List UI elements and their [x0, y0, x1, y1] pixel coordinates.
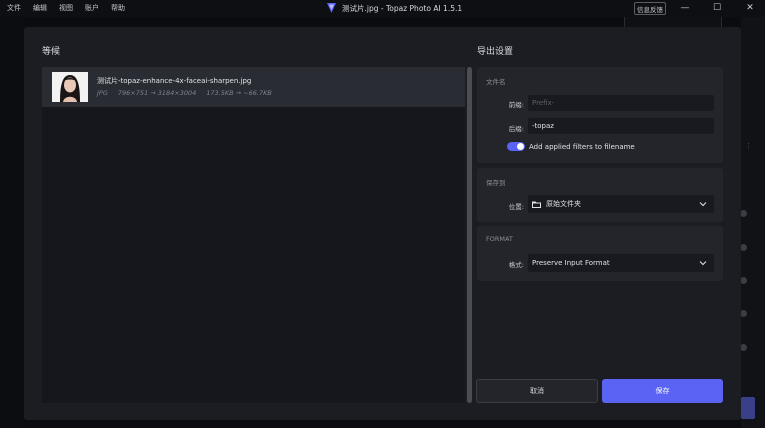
background-more-icon: ⋮ — [745, 142, 752, 150]
close-icon[interactable]: ✕ — [744, 3, 756, 14]
list-item[interactable]: 测试片-topaz-enhance-4x-faceai-sharpen.jpg … — [42, 67, 465, 107]
queue-title: 等候 — [42, 47, 61, 57]
background-export-button — [741, 397, 755, 419]
window-title: 测试片.jpg - Topaz Photo AI 1.5.1 — [326, 2, 462, 14]
filters-toggle[interactable] — [507, 142, 525, 151]
format-section: FORMAT 格式: Preserve Input Format — [477, 226, 723, 281]
save-location-section: 保存到 位置: 原始文件夹 — [477, 168, 723, 222]
format-section-label: FORMAT — [486, 235, 513, 243]
folder-icon — [532, 201, 541, 208]
menu-file[interactable]: 文件 — [6, 3, 22, 13]
background-slider-knob — [740, 210, 747, 217]
save-button[interactable]: 保存 — [602, 379, 723, 403]
maximize-icon[interactable]: ☐ — [711, 3, 723, 14]
format-value: Preserve Input Format — [532, 259, 610, 267]
window-title-text: 测试片.jpg - Topaz Photo AI 1.5.1 — [342, 3, 463, 13]
filename-section-label: 文件名 — [486, 78, 506, 86]
chevron-down-icon — [699, 202, 707, 207]
format-label: 格式: — [508, 261, 524, 269]
menu-edit[interactable]: 编辑 — [32, 3, 48, 13]
save-section-label: 保存到 — [486, 179, 506, 187]
toggle-knob — [517, 143, 524, 150]
prefix-input[interactable]: Prefix- — [528, 95, 714, 111]
filename-section: 文件名 前缀: Prefix- 后缀: -topaz Add applied f… — [477, 67, 723, 163]
file-size: 173.5KB → ~66.7KB — [206, 89, 272, 97]
background-slider-knob — [740, 244, 747, 251]
file-name: 测试片-topaz-enhance-4x-faceai-sharpen.jpg — [97, 77, 252, 85]
feedback-button[interactable]: 信息反馈 — [634, 2, 666, 15]
export-settings-title: 导出设置 — [477, 47, 514, 57]
filters-toggle-label: Add applied filters to filename — [529, 143, 635, 151]
cancel-button[interactable]: 取消 — [476, 379, 598, 403]
format-select[interactable]: Preserve Input Format — [528, 254, 714, 272]
background-slider-knob — [740, 277, 747, 284]
location-value: 原始文件夹 — [546, 200, 581, 208]
location-label: 位置: — [508, 203, 524, 211]
file-meta: JPG 796×751 → 3184×3004 173.5KB → ~66.7K… — [97, 89, 272, 97]
background-right-panel — [741, 17, 765, 428]
queue-scrollbar[interactable] — [467, 67, 472, 403]
file-dimensions: 796×751 → 3184×3004 — [117, 89, 197, 97]
background-left-panel — [0, 17, 24, 428]
location-select[interactable]: 原始文件夹 — [528, 195, 714, 213]
background-slider-knob — [740, 310, 747, 317]
menu-view[interactable]: 视图 — [58, 3, 74, 13]
chevron-down-icon — [699, 261, 707, 266]
file-format: JPG — [97, 89, 108, 97]
menu-help[interactable]: 帮助 — [110, 3, 126, 13]
topaz-logo-icon — [327, 3, 336, 13]
menu-account[interactable]: 账户 — [84, 3, 100, 13]
prefix-label: 前缀: — [508, 101, 524, 109]
queue-list: 测试片-topaz-enhance-4x-faceai-sharpen.jpg … — [42, 67, 465, 403]
menu-bar: 文件 编辑 视图 账户 帮助 — [6, 3, 126, 13]
minimize-icon[interactable]: — — [679, 3, 691, 14]
image-thumbnail — [52, 72, 88, 102]
title-bar: 文件 编辑 视图 账户 帮助 测试片.jpg - Topaz Photo AI … — [0, 0, 765, 17]
background-slider-knob — [740, 344, 747, 351]
suffix-input[interactable]: -topaz — [528, 118, 714, 134]
suffix-label: 后缀: — [508, 125, 524, 133]
portrait-thumbnail-icon — [52, 72, 88, 102]
